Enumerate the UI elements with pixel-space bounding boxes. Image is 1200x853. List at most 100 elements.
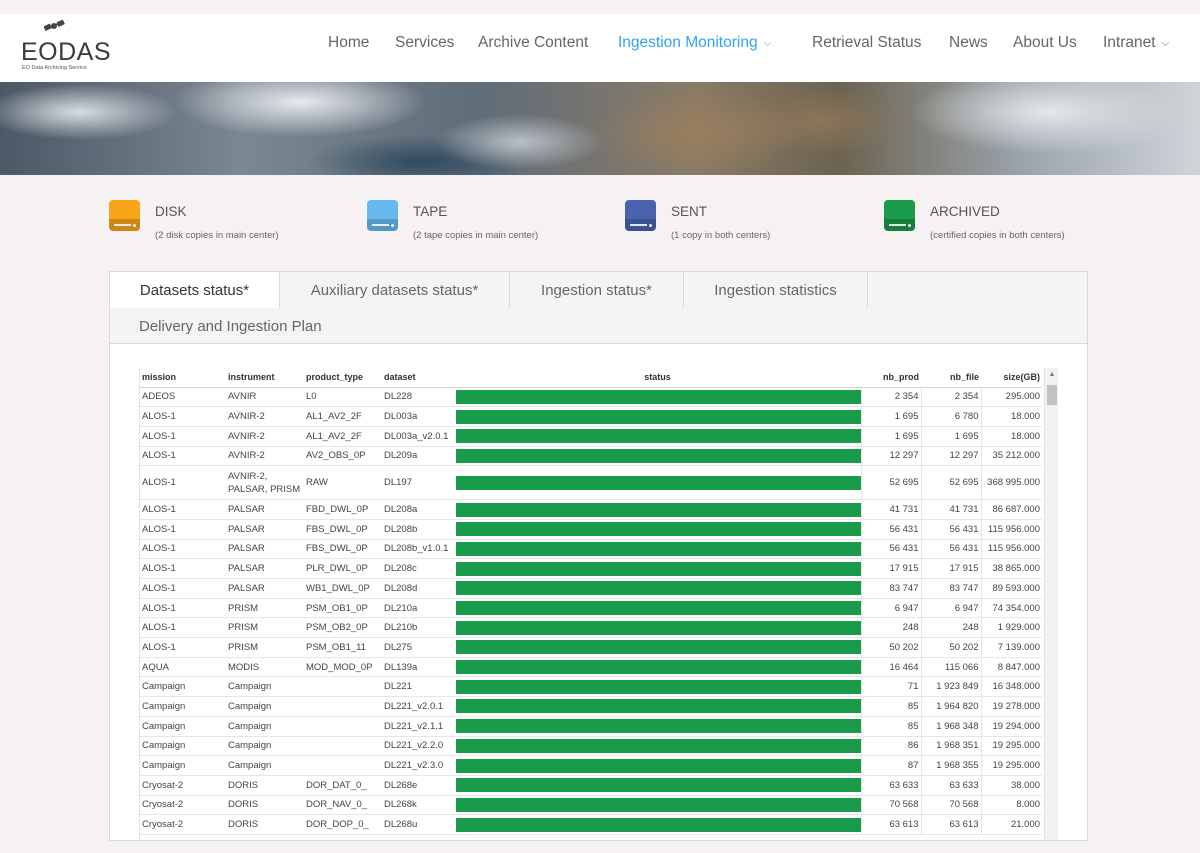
tab-datasets-status[interactable]: Datasets status* xyxy=(110,272,280,308)
cell-dataset: DL209a xyxy=(382,446,454,467)
column-header-dataset[interactable]: dataset xyxy=(382,368,454,388)
cell-instrument: MODIS xyxy=(226,657,304,678)
cell-dataset: DL228 xyxy=(382,387,454,408)
nav-news[interactable]: News xyxy=(949,34,988,52)
cell-status xyxy=(454,736,861,757)
nav-archive-content[interactable]: Archive Content xyxy=(478,34,588,52)
logo-wordmark: EODAS xyxy=(21,38,112,66)
table-row[interactable]: Cryosat-2 DORIS DOR_NAV_0_ DL268k 70 568 70 5… xyxy=(140,795,1042,816)
nav-home[interactable]: Home xyxy=(328,34,369,52)
nav-ingestion-monitoring[interactable]: Ingestion Monitoring ⌵ xyxy=(618,34,771,52)
cell-instrument: AVNIR-2 xyxy=(226,426,304,447)
cell-status xyxy=(454,578,861,599)
table-row[interactable]: ALOS-1 AVNIR-2 AL1_AV2_2F DL003a_v2.0.1 1 69… xyxy=(140,426,1042,447)
table-row[interactable]: ADEOS AVNIR L0 DL228 2 354 2 354 295.000 xyxy=(140,387,1042,408)
hard-drive-icon xyxy=(109,200,140,231)
cell-status xyxy=(454,617,861,639)
table-row[interactable]: Campaign Campaign DL221_v2.2.0 86 1 968 351 1… xyxy=(140,736,1042,757)
cell-product-type: PSM_OB1_0P xyxy=(304,598,382,619)
cell-mission: ALOS-1 xyxy=(140,539,226,560)
nav-retrieval-status[interactable]: Retrieval Status xyxy=(812,34,921,52)
cell-instrument: PRISM xyxy=(226,637,304,658)
site-header: EODAS EO Data Archiving Service Home Ser… xyxy=(0,14,1200,82)
cell-instrument: PALSAR xyxy=(226,499,304,520)
tab-auxiliary-datasets-status[interactable]: Auxiliary datasets status* xyxy=(280,272,510,308)
tab-ingestion-statistics[interactable]: Ingestion statistics xyxy=(684,272,868,308)
table-row[interactable]: Campaign Campaign DL221_v2.1.1 85 1 968 348 1… xyxy=(140,716,1042,737)
satellite-icon xyxy=(44,20,65,31)
cell-size: 115 956.000 xyxy=(980,539,1042,560)
cell-product-type xyxy=(304,716,382,737)
table-row[interactable]: ALOS-1 PRISM PSM_OB1_0P DL210a 6 947 6 947 74 … xyxy=(140,598,1042,619)
cell-nb-file: 12 297 xyxy=(920,446,981,467)
nav-services[interactable]: Services xyxy=(395,34,454,52)
cell-size: 295.000 xyxy=(980,387,1042,408)
column-header-nb-file[interactable]: nb_file xyxy=(921,368,981,388)
cell-dataset: DL268k xyxy=(382,795,454,816)
scrollbar-thumb[interactable] xyxy=(1047,385,1057,405)
cell-instrument: Campaign xyxy=(226,716,304,737)
cell-status xyxy=(454,465,861,501)
table-row[interactable]: ALOS-1 PALSAR FBS_DWL_0P DL208b_v1.0.1 56 43… xyxy=(140,539,1042,560)
scroll-up-arrow-icon[interactable]: ▲ xyxy=(1045,370,1058,380)
cell-instrument: AVNIR-2 xyxy=(226,446,304,467)
cell-size: 21.000 xyxy=(980,814,1042,835)
chevron-down-icon: ⌵ xyxy=(763,38,772,49)
column-header-mission[interactable]: mission xyxy=(140,368,226,388)
table-row[interactable]: ALOS-1 PALSAR PLR_DWL_0P DL208c 17 915 17 915… xyxy=(140,558,1042,579)
table-row[interactable]: ALOS-1 PALSAR FBD_DWL_0P DL208a 41 731 41 731… xyxy=(140,499,1042,520)
legend-archived-description: (certified copies in both centers) xyxy=(930,230,1065,241)
cell-instrument: Campaign xyxy=(226,755,304,776)
table-row[interactable]: Cryosat-2 DORIS DOR_DOP_0_ DL268u 63 613 63 6… xyxy=(140,814,1042,835)
cell-size: 1 929.000 xyxy=(980,617,1042,639)
cell-nb-file: 1 968 355 xyxy=(920,755,981,776)
cell-nb-prod: 248 xyxy=(860,617,921,639)
cell-nb-file: 63 633 xyxy=(920,775,981,796)
status-bar-archived xyxy=(456,738,861,753)
table-row[interactable]: ALOS-1 AVNIR-2 AV2_OBS_0P DL209a 12 297 12 29… xyxy=(140,446,1042,467)
hard-drive-icon xyxy=(367,200,398,231)
table-row[interactable]: ALOS-1 PRISM PSM_OB2_0P DL210b 248 248 1 929.0… xyxy=(140,617,1042,639)
vertical-scrollbar[interactable]: ▲ xyxy=(1044,368,1058,840)
table-row[interactable]: Campaign Campaign DL221_v2.3.0 87 1 968 355 1… xyxy=(140,755,1042,776)
status-bar-archived xyxy=(456,502,861,517)
cell-instrument: PRISM xyxy=(226,598,304,619)
logo-tagline: EO Data Archiving Service xyxy=(22,65,87,71)
column-header-nb-prod[interactable]: nb_prod xyxy=(861,368,921,388)
nav-intranet[interactable]: Intranet ⌵ xyxy=(1103,34,1169,52)
table-row[interactable]: ALOS-1 PRISM PSM_OB1_11 DL275 50 202 50 202 7 … xyxy=(140,637,1042,658)
column-header-status[interactable]: status xyxy=(454,368,861,388)
column-header-size[interactable]: size(GB) xyxy=(981,368,1042,388)
nav-about-us[interactable]: About Us xyxy=(1013,34,1077,52)
column-header-product-type[interactable]: product_type xyxy=(304,368,382,388)
cell-instrument: PALSAR xyxy=(226,539,304,560)
cell-status xyxy=(454,775,861,796)
table-row[interactable]: Campaign Campaign DL221 71 1 923 849 16 348.0… xyxy=(140,676,1042,698)
cell-product-type: DOR_NAV_0_ xyxy=(304,795,382,816)
legend-disk: DISK (2 disk copies in main center) xyxy=(109,199,339,249)
column-header-instrument[interactable]: instrument xyxy=(226,368,304,388)
cell-nb-prod: 12 297 xyxy=(860,446,921,467)
cell-dataset: DL221_v2.3.0 xyxy=(382,755,454,776)
eodas-logo[interactable]: EODAS EO Data Archiving Service xyxy=(21,20,111,72)
table-row[interactable]: Cryosat-2 DORIS DOR_DAT_0_ DL268e 63 633 63 6… xyxy=(140,775,1042,796)
cell-status xyxy=(454,539,861,560)
cell-status xyxy=(454,519,861,540)
cell-mission: Campaign xyxy=(140,736,226,757)
cell-product-type: DOR_DOP_0_ xyxy=(304,814,382,835)
table-row[interactable]: ALOS-1 PALSAR WB1_DWL_0P DL208d 83 747 83 747… xyxy=(140,578,1042,599)
legend-tape: TAPE (2 tape copies in main center) xyxy=(367,199,597,249)
cell-dataset: DL268e xyxy=(382,775,454,796)
table-row[interactable]: AQUA MODIS MOD_MOD_0P DL139a 16 464 115 066 8 … xyxy=(140,657,1042,678)
cell-product-type: AL1_AV2_2F xyxy=(304,426,382,447)
tab-ingestion-status[interactable]: Ingestion status* xyxy=(510,272,684,308)
cell-product-type xyxy=(304,696,382,717)
table-row[interactable]: ALOS-1 AVNIR-2 AL1_AV2_2F DL003a 1 695 6 780 1… xyxy=(140,406,1042,427)
table-row[interactable]: Campaign Campaign DL221_v2.0.1 85 1 964 820 1… xyxy=(140,696,1042,717)
status-bar-archived xyxy=(456,620,861,635)
table-row[interactable]: ALOS-1 PALSAR FBS_DWL_0P DL208b 56 431 56 431… xyxy=(140,519,1042,540)
tab-delivery-and-ingestion-plan[interactable]: Delivery and Ingestion Plan xyxy=(110,308,410,344)
table-row[interactable]: ALOS-1 AVNIR-2, PALSAR, PRISM RAW DL197 52 6… xyxy=(140,465,1042,501)
status-bar-archived xyxy=(456,679,861,694)
cell-dataset: DL208b_v1.0.1 xyxy=(382,539,454,560)
